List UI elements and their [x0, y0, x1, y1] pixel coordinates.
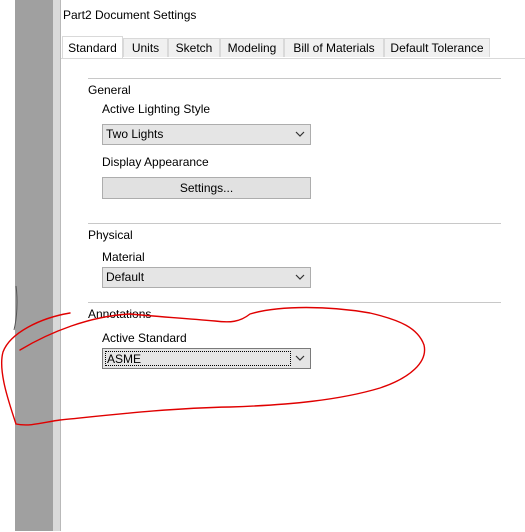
chevron-down-icon [295, 355, 305, 361]
chevron-down-icon [295, 131, 305, 137]
material-value: Default [106, 270, 145, 284]
group-title-general: General [88, 83, 131, 97]
active-standard-label: Active Standard [102, 331, 187, 345]
side-panel-bar [15, 0, 53, 531]
group-separator-general [88, 78, 501, 79]
active-standard-value: ASME [105, 351, 291, 366]
lighting-style-value: Two Lights [106, 127, 164, 141]
tab-units[interactable]: Units [123, 38, 168, 57]
display-appearance-label: Display Appearance [102, 155, 209, 169]
group-title-annotations: Annotations [88, 307, 152, 321]
window-title: Part2 Document Settings [63, 8, 197, 22]
settings-button[interactable]: Settings... [102, 177, 311, 199]
tab-bill-of-materials[interactable]: Bill of Materials [284, 38, 384, 57]
side-panel-edge [53, 0, 60, 531]
chevron-down-icon [295, 274, 305, 280]
group-title-physical: Physical [88, 228, 133, 242]
document-settings-dialog: Part2 Document Settings Standard Units S… [60, 0, 525, 531]
tab-standard[interactable]: Standard [62, 36, 123, 59]
lighting-style-label: Active Lighting Style [102, 102, 211, 116]
tab-default-tolerance[interactable]: Default Tolerance [384, 38, 490, 57]
tab-sketch[interactable]: Sketch [168, 38, 220, 57]
tab-content-standard: General Active Lighting Style Two Lights… [61, 58, 525, 532]
left-margin [0, 0, 15, 531]
tab-modeling[interactable]: Modeling [220, 38, 284, 57]
group-separator-physical [88, 223, 501, 224]
material-label: Material [102, 250, 145, 264]
lighting-style-dropdown[interactable]: Two Lights [102, 124, 311, 145]
active-standard-dropdown[interactable]: ASME [102, 348, 311, 369]
group-separator-annotations [88, 302, 501, 303]
material-dropdown[interactable]: Default [102, 267, 311, 288]
